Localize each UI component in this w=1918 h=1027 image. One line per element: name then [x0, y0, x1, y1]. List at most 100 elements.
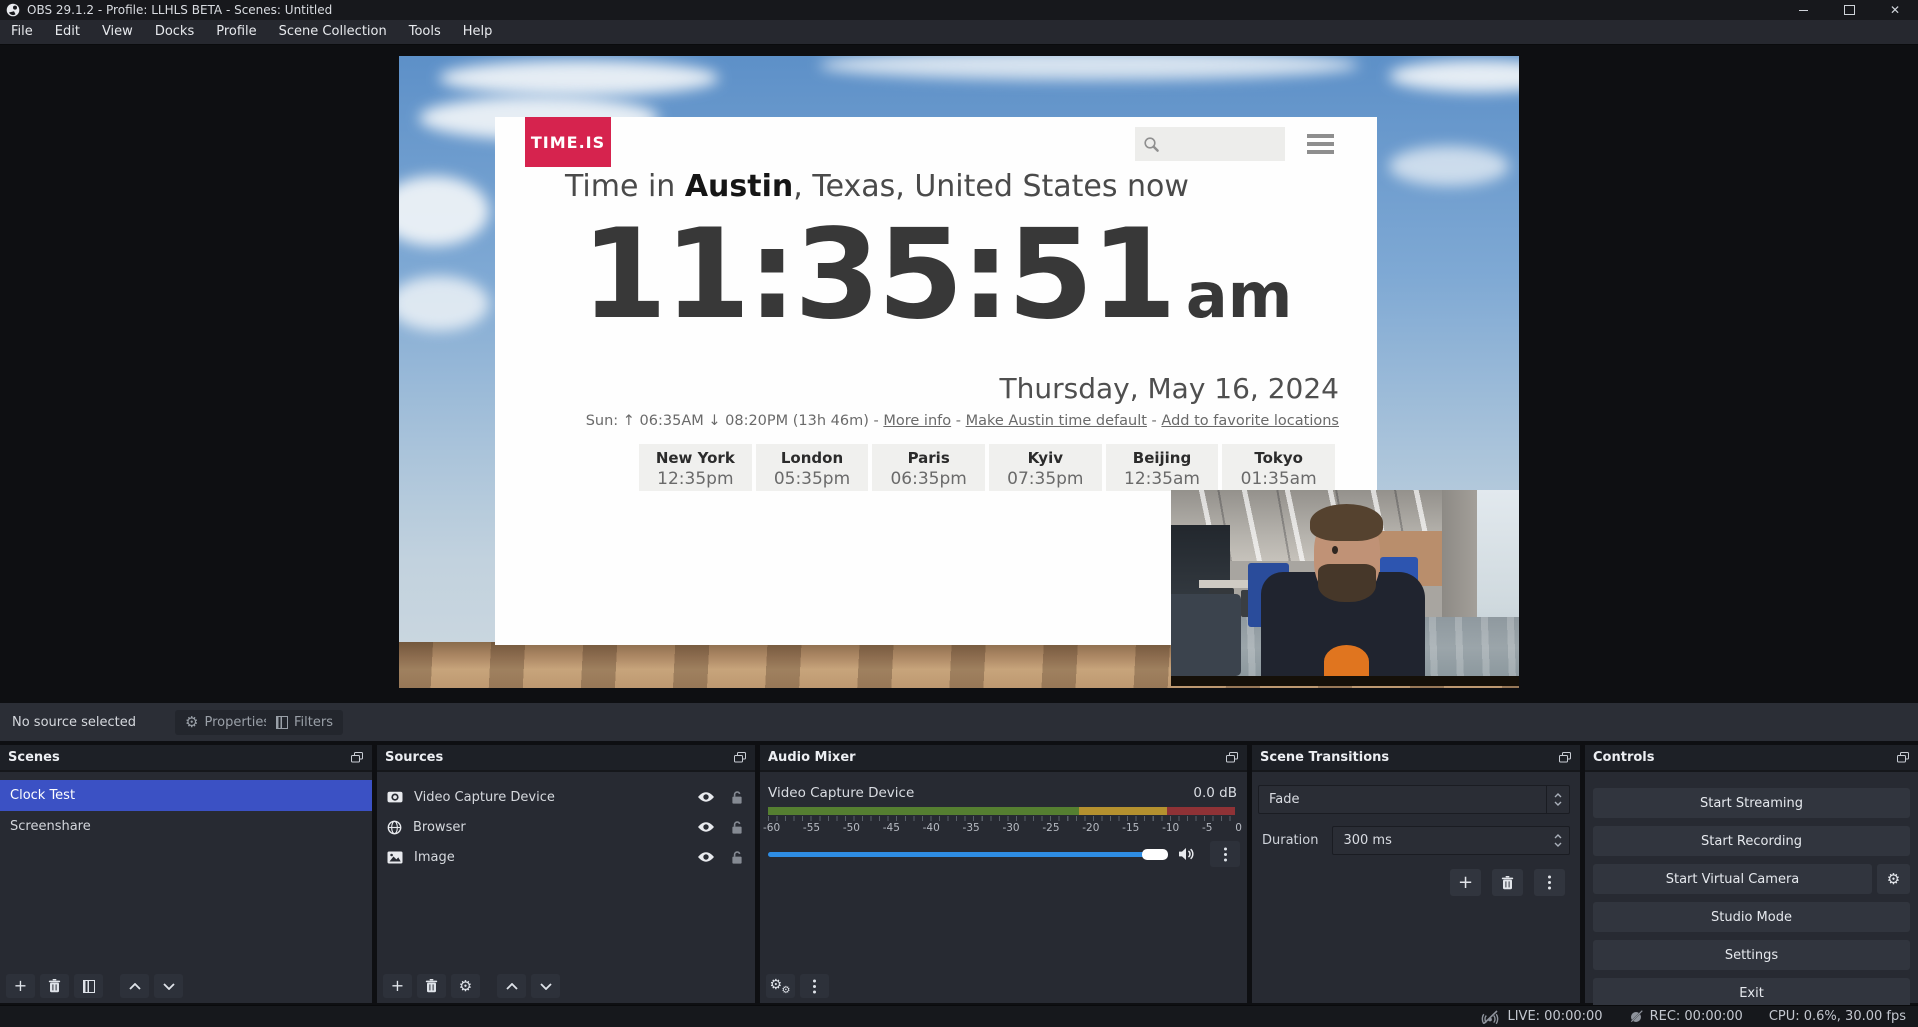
mixer-channel-menu-button[interactable]: [1210, 841, 1240, 867]
scene-transitions-dock: Scene Transitions Fade Duration 300 ms: [1252, 745, 1580, 1003]
duration-input[interactable]: 300 ms: [1332, 826, 1570, 855]
scenes-header: Scenes: [0, 745, 372, 772]
menu-edit[interactable]: Edit: [44, 20, 91, 44]
webcam-foreground-chair: [1171, 594, 1241, 676]
menu-help[interactable]: Help: [452, 20, 504, 44]
source-item-image[interactable]: Image: [377, 842, 755, 872]
visibility-eye-icon[interactable]: [697, 851, 715, 863]
filters-button[interactable]: Filters: [266, 710, 343, 735]
virtual-camera-config-button[interactable]: ⚙: [1877, 864, 1910, 894]
video-canvas[interactable]: TIME.IS Time in Austin, Texas, United St…: [399, 56, 1519, 688]
more-info-link: More info: [883, 413, 951, 429]
duration-row: Duration 300 ms: [1262, 826, 1570, 855]
sources-toolbar: + ⚙: [383, 974, 560, 998]
city-clock: London05:35pm: [756, 444, 869, 491]
live-status: LIVE: 00:00:00: [1480, 1009, 1602, 1024]
transition-buttons: +: [1450, 869, 1565, 896]
double-gear-icon: ⚙⚙: [772, 978, 790, 994]
duration-label: Duration: [1262, 833, 1318, 848]
start-recording-button[interactable]: Start Recording: [1593, 826, 1910, 856]
obs-window: OBS 29.1.2 - Profile: LLHLS BETA - Scene…: [0, 0, 1918, 1027]
lock-icon[interactable]: [731, 850, 743, 864]
transition-select[interactable]: Fade: [1258, 785, 1570, 814]
city-clock: Beijing12:35am: [1106, 444, 1219, 491]
properties-button[interactable]: ⚙ Properties: [175, 710, 280, 735]
lock-icon[interactable]: [731, 820, 743, 834]
maximize-button[interactable]: [1826, 0, 1872, 20]
audio-mixer-header: Audio Mixer: [760, 745, 1247, 772]
menu-scene-collection[interactable]: Scene Collection: [268, 20, 398, 44]
volume-slider[interactable]: [768, 852, 1168, 857]
city-clock: New York12:35pm: [639, 444, 752, 491]
lock-icon[interactable]: [731, 790, 743, 804]
speaker-icon[interactable]: [1178, 847, 1195, 861]
popout-icon[interactable]: [734, 752, 747, 763]
scene-item-screenshare[interactable]: Screenshare: [0, 811, 372, 842]
add-source-button[interactable]: +: [383, 974, 412, 998]
exit-button[interactable]: Exit: [1593, 978, 1910, 1008]
source-properties-button[interactable]: ⚙: [451, 974, 480, 998]
minimize-button[interactable]: [1780, 0, 1826, 20]
menu-tools[interactable]: Tools: [398, 20, 452, 44]
source-item-video-capture[interactable]: Video Capture Device: [377, 782, 755, 812]
close-button[interactable]: ✕: [1872, 0, 1918, 20]
volume-slider-row: [768, 841, 1240, 867]
gear-icon: ⚙: [185, 715, 198, 730]
advanced-audio-button[interactable]: ⚙⚙: [766, 974, 795, 998]
settings-button[interactable]: Settings: [1593, 940, 1910, 970]
move-scene-down-button[interactable]: [154, 974, 183, 998]
window-title: OBS 29.1.2 - Profile: LLHLS BETA - Scene…: [27, 3, 332, 17]
move-scene-up-button[interactable]: [120, 974, 149, 998]
add-transition-button[interactable]: +: [1450, 869, 1481, 896]
scenes-dock: Scenes Clock Test Screenshare +: [0, 745, 372, 1003]
visibility-eye-icon[interactable]: [697, 821, 715, 833]
popout-icon[interactable]: [1897, 752, 1910, 763]
menu-docks[interactable]: Docks: [144, 20, 205, 44]
timeis-clock: 11:35:51 am: [581, 213, 1292, 337]
start-streaming-button[interactable]: Start Streaming: [1593, 788, 1910, 818]
remove-scene-button[interactable]: [40, 974, 69, 998]
audio-mixer-dock: Audio Mixer Video Capture Device 0.0 dB …: [760, 745, 1247, 1003]
webcam-source[interactable]: [1171, 490, 1519, 686]
menu-profile[interactable]: Profile: [205, 20, 267, 44]
world-clock-row: New York12:35pm London05:35pm Paris06:35…: [639, 444, 1335, 491]
popout-icon[interactable]: [351, 752, 364, 763]
volume-slider-handle[interactable]: [1142, 849, 1168, 860]
add-scene-button[interactable]: +: [6, 974, 35, 998]
remove-transition-button[interactable]: [1492, 869, 1523, 896]
timeis-search-box: [1135, 127, 1285, 161]
filter-icon: [83, 980, 95, 993]
scene-item-clock-test[interactable]: Clock Test: [0, 780, 372, 811]
filter-icon: [276, 716, 288, 729]
duration-spinner-arrows[interactable]: [1547, 827, 1569, 854]
cloud: [399, 176, 489, 246]
status-bar: LIVE: 00:00:00 REC: 00:00:00 CPU: 0.6%, …: [0, 1005, 1918, 1027]
select-spinner-arrows[interactable]: [1546, 786, 1569, 813]
visibility-eye-icon[interactable]: [697, 791, 715, 803]
city-clock: Paris06:35pm: [872, 444, 985, 491]
studio-mode-button[interactable]: Studio Mode: [1593, 902, 1910, 932]
sources-dock: Sources Video Capture Device: [377, 745, 755, 1003]
scene-filters-button[interactable]: [74, 974, 103, 998]
menu-file[interactable]: File: [0, 20, 44, 44]
cpu-fps-status: CPU: 0.6%, 30.00 fps: [1769, 1009, 1906, 1024]
mixer-menu-button[interactable]: [800, 974, 829, 998]
city-clock: Kyiv07:35pm: [989, 444, 1102, 491]
menu-view[interactable]: View: [91, 20, 144, 44]
transition-properties-button[interactable]: [1534, 869, 1565, 896]
move-source-up-button[interactable]: [497, 974, 526, 998]
start-virtual-camera-button[interactable]: Start Virtual Camera: [1593, 864, 1872, 894]
popout-icon[interactable]: [1559, 752, 1572, 763]
favorites-link: Add to favorite locations: [1161, 413, 1339, 429]
meter-tick-labels: -60-55-50-45-40-35-30-25-20-15-10-50: [763, 822, 1242, 834]
timeis-date: Thursday, May 16, 2024: [1000, 372, 1339, 405]
remove-source-button[interactable]: [417, 974, 446, 998]
globe-icon: [387, 820, 402, 835]
timeis-heading: Time in Austin, Texas, United States now: [565, 169, 1189, 204]
popout-icon[interactable]: [1226, 752, 1239, 763]
source-item-browser[interactable]: Browser: [377, 812, 755, 842]
move-source-down-button[interactable]: [531, 974, 560, 998]
mixer-channel-row: Video Capture Device 0.0 dB: [768, 785, 1237, 801]
webcam-person-hair: [1310, 504, 1383, 541]
obs-logo-icon: [6, 3, 20, 17]
